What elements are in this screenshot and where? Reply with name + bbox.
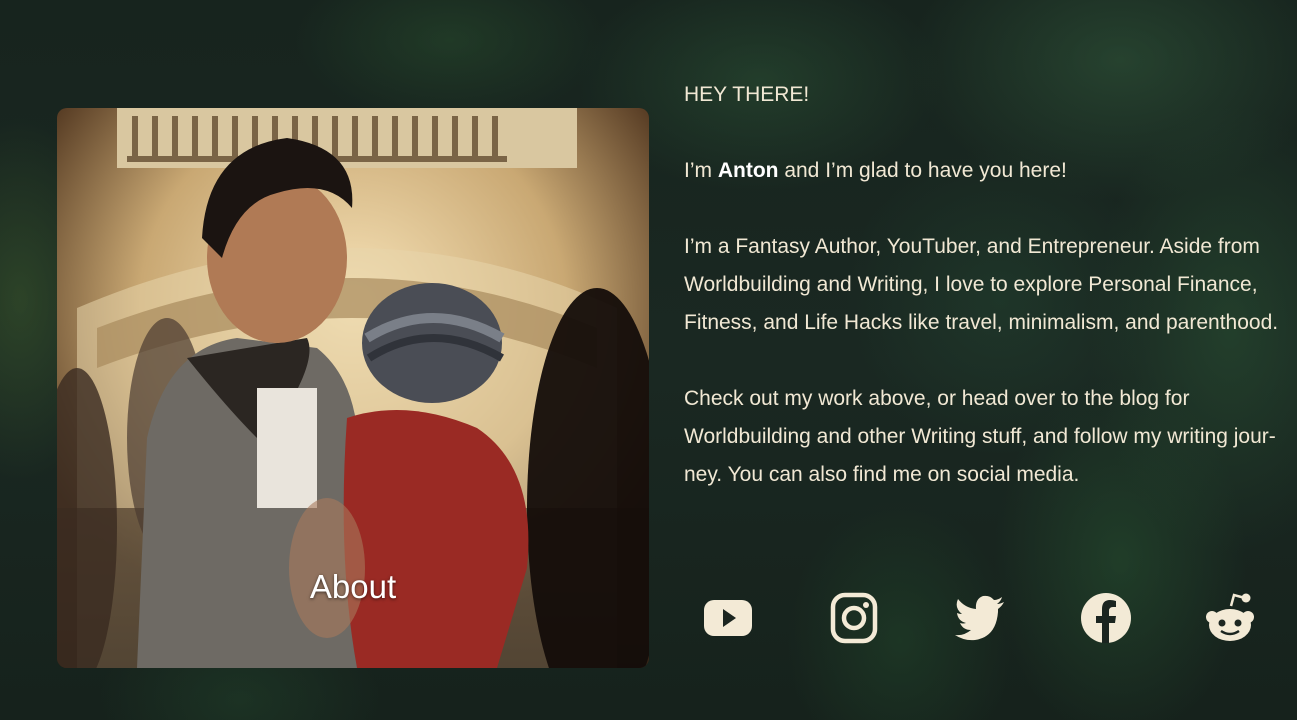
- welcome-suffix: and I’m glad to have you here!: [778, 159, 1067, 182]
- welcome-prefix: I’m: [684, 159, 718, 182]
- reddit-icon[interactable]: [1202, 590, 1258, 646]
- welcome-line: I’m Anton and I’m glad to have you here!: [684, 152, 1284, 190]
- about-caption: About: [309, 568, 397, 605]
- about-photo-card[interactable]: About: [57, 108, 649, 668]
- author-name: Anton: [717, 159, 779, 182]
- greeting: HEY THERE!: [684, 83, 810, 106]
- cta-paragraph: Check out my work above, or head over to…: [684, 387, 1276, 486]
- social-links: [684, 590, 1274, 646]
- facebook-icon[interactable]: [1078, 590, 1134, 646]
- intro-section: HEY THERE! I’m Anton and I’m glad to hav…: [684, 76, 1284, 532]
- youtube-icon[interactable]: [700, 590, 756, 646]
- instagram-icon[interactable]: [826, 590, 882, 646]
- bio-paragraph: I’m a Fantasy Author, YouTuber, and Entr…: [684, 235, 1279, 334]
- twitter-icon[interactable]: [952, 590, 1008, 646]
